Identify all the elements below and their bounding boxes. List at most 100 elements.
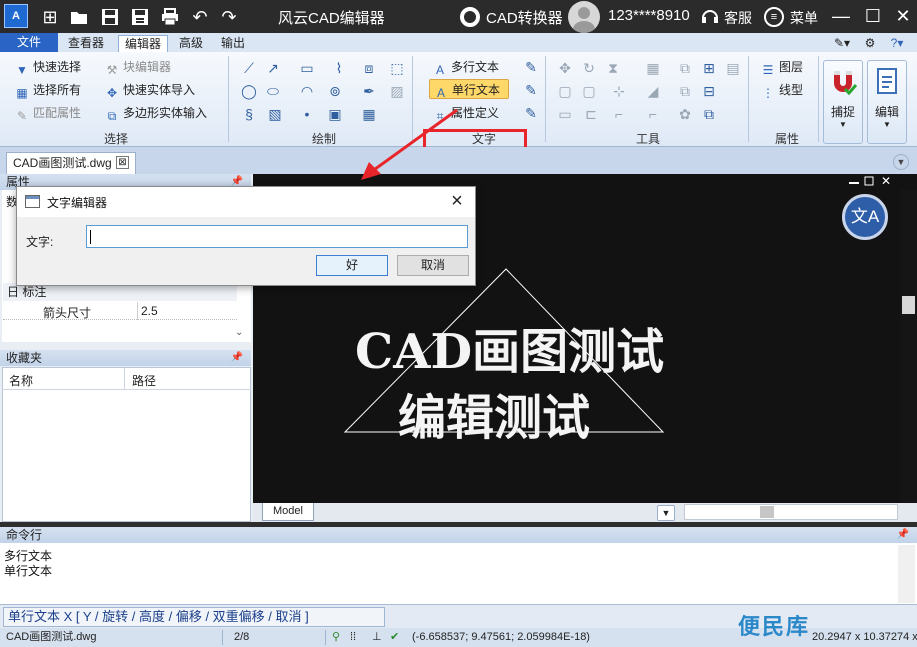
extend-icon[interactable]: ✿	[676, 105, 694, 123]
match-props-button[interactable]: ✎ 匹配属性	[14, 103, 81, 123]
cad-text-line2[interactable]: 编辑测试	[398, 378, 590, 448]
snap-toggle-icon[interactable]: ⚲	[332, 628, 340, 647]
tab-viewer[interactable]: 查看器	[62, 35, 110, 52]
user-account-label[interactable]: 123****8910	[608, 7, 690, 24]
trim-icon[interactable]: ⊹	[610, 82, 628, 100]
vertical-scroll-thumb[interactable]	[902, 296, 915, 314]
col-header-name[interactable]: 名称	[9, 372, 33, 389]
spline-icon[interactable]: ⌇	[330, 59, 348, 77]
converter-icon[interactable]	[460, 7, 480, 27]
edit-button[interactable]: 编辑 ▼	[867, 60, 907, 144]
text-edit-icon[interactable]: ✎	[522, 81, 540, 99]
vertical-scrollbar[interactable]	[900, 190, 917, 506]
redo-icon[interactable]: ↷	[219, 7, 239, 27]
quick-select-button[interactable]: ▼ 快速选择	[14, 57, 81, 77]
linetype-button[interactable]: ⋮ 线型	[760, 80, 803, 100]
single-line-text-button[interactable]: A 单行文本	[429, 79, 510, 100]
hyperlink-icon[interactable]: ⧉	[700, 105, 718, 123]
circle-icon[interactable]: ◯	[240, 82, 258, 100]
undo-icon[interactable]: ↶	[190, 7, 210, 27]
col-header-path[interactable]: 路径	[132, 372, 156, 389]
tab-editor[interactable]: 编辑器	[118, 35, 168, 52]
document-tab[interactable]: CAD画图测试.dwg ⊠	[6, 152, 136, 174]
translate-icon[interactable]: 文A	[842, 194, 888, 240]
menu-button[interactable]: 菜单	[790, 8, 818, 28]
donut-icon[interactable]: ⊚	[326, 82, 344, 100]
close-button[interactable]: ✕	[892, 5, 914, 27]
text-input[interactable]	[86, 225, 468, 248]
printer-icon[interactable]	[160, 7, 180, 27]
point-icon[interactable]: •	[298, 105, 316, 123]
horizontal-scroll-thumb[interactable]	[760, 506, 774, 518]
command-scrollbar[interactable]	[898, 545, 915, 603]
break-icon[interactable]: ▭	[556, 105, 574, 123]
settings-icon[interactable]: ⚙	[860, 35, 880, 52]
chevron-down-icon[interactable]: ▼	[893, 154, 909, 170]
layout-chevron-icon[interactable]: ▼	[657, 505, 675, 521]
quick-entity-import-button[interactable]: ✥ 快速实体导入	[104, 80, 195, 100]
cad-text-line1[interactable]: CAD画图测试	[355, 312, 664, 382]
tab-advanced[interactable]: 高级	[174, 35, 208, 52]
copy-icon[interactable]: ⧉	[676, 59, 694, 77]
arc-icon[interactable]: ◠	[298, 82, 316, 100]
cancel-button[interactable]: 取消	[397, 255, 469, 276]
region-icon[interactable]: ⬚	[388, 59, 406, 77]
save-icon[interactable]	[100, 7, 120, 27]
pin-icon[interactable]: 📌	[897, 527, 909, 543]
ellipse-icon[interactable]: ⬭	[264, 82, 282, 100]
help-icon[interactable]: ?▾	[883, 35, 911, 52]
dialog-titlebar[interactable]: 文字编辑器 ×	[17, 187, 475, 217]
chamfer-icon[interactable]: ⌐	[644, 105, 662, 123]
ungroup-icon[interactable]: ⊟	[700, 82, 718, 100]
text-pencil-icon[interactable]: ✎	[522, 104, 540, 122]
join-icon[interactable]: ⊏	[582, 105, 600, 123]
props-row[interactable]: 箭头尺寸 2.5	[3, 302, 237, 320]
rectangle-icon[interactable]: ▭	[298, 59, 316, 77]
wipeout-icon[interactable]: ▨	[388, 82, 406, 100]
brush-icon[interactable]: ✎▾	[830, 35, 854, 52]
snap-button[interactable]: 捕捉 ▼	[823, 60, 863, 144]
minimize-button[interactable]: —	[830, 5, 852, 27]
scroll-down-icon[interactable]: ⌄	[235, 327, 243, 338]
polyline-icon[interactable]: ↗	[264, 59, 282, 77]
measure-icon[interactable]: ▤	[724, 59, 742, 77]
save-as-icon[interactable]	[130, 7, 150, 27]
pin-icon[interactable]: 📌	[231, 350, 243, 366]
pen-icon[interactable]: ✒	[360, 82, 378, 100]
multiline-text-button[interactable]: A 多行文本	[432, 57, 499, 77]
select-all-button[interactable]: ▦ 选择所有	[14, 80, 81, 100]
command-prompt[interactable]: 单行文本 X [ Y / 旋转 / 高度 / 偏移 / 双重偏移 / 取消 ]	[3, 607, 385, 627]
new-file-icon[interactable]: ⊞	[40, 7, 60, 27]
close-tab-icon[interactable]: ⊠	[116, 156, 129, 169]
avatar[interactable]	[568, 1, 600, 33]
folder-open-icon[interactable]	[69, 7, 89, 27]
explode-icon[interactable]: ▢	[556, 82, 574, 100]
menu-icon[interactable]: ≡	[764, 7, 784, 27]
move-icon[interactable]: ✥	[556, 59, 574, 77]
headset-icon[interactable]	[700, 6, 720, 31]
offset-icon[interactable]: ◢	[644, 82, 662, 100]
stretch-icon[interactable]: ⧉	[676, 82, 694, 100]
customer-service-button[interactable]: 客服	[724, 8, 752, 28]
rotate-icon[interactable]: ↻	[580, 59, 598, 77]
array-icon[interactable]: ▦	[644, 59, 662, 77]
block-editor-button[interactable]: ⚒ 块编辑器	[104, 57, 171, 77]
horizontal-scrollbar[interactable]	[684, 504, 898, 520]
mirror-icon[interactable]: ⧗	[604, 59, 622, 77]
group-icon[interactable]: ⊞	[700, 59, 718, 77]
layers-button[interactable]: ☰ 图层	[760, 57, 803, 77]
model-tab[interactable]: Model	[262, 503, 314, 521]
polygon-entity-input-button[interactable]: ⧉ 多边形实体输入	[104, 103, 207, 123]
dialog-close-icon[interactable]: ×	[447, 190, 467, 213]
text-style-icon[interactable]: ✎	[522, 58, 540, 76]
image-icon[interactable]: ▣	[326, 105, 344, 123]
converter-button[interactable]: CAD转换器	[486, 7, 563, 28]
revcloud-icon[interactable]: §	[240, 105, 258, 123]
tab-output[interactable]: 输出	[216, 35, 250, 52]
grid-toggle-icon[interactable]: ⁞⁞	[350, 628, 356, 647]
fillet-icon[interactable]: ⌐	[610, 105, 628, 123]
maximize-button[interactable]: ☐	[862, 5, 884, 27]
scale-icon[interactable]: ▢	[580, 82, 598, 100]
polar-toggle-icon[interactable]: ✔	[390, 628, 399, 647]
ortho-toggle-icon[interactable]: ⊥	[372, 628, 382, 647]
